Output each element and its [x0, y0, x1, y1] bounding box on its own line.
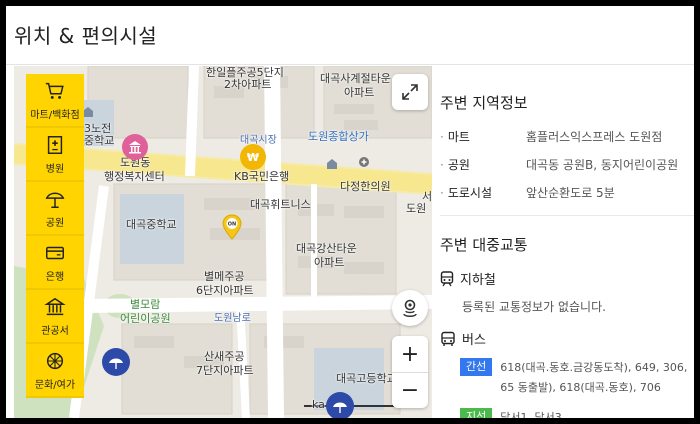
map-label-bank: KB국민은행 [234, 170, 290, 183]
street-view-button[interactable] [392, 290, 428, 326]
page-title: 위치 & 편의시설 [14, 24, 158, 48]
bus-route-row: 간선 618(대곡.동호.금강동도착), 649, 306, 65 동출발), … [460, 358, 694, 398]
area-info-title: 주변 지역정보 [440, 94, 528, 112]
map-label-school3: 대곡고등학교 [336, 372, 397, 385]
bus-icon [441, 331, 455, 346]
map-label-apt3: 대곡휘트니스 [250, 198, 311, 211]
area-info-row: 마트 홈플러스익스프레스 도원점 [440, 123, 694, 151]
cart-icon [45, 82, 64, 99]
school-marker-icon [326, 158, 338, 170]
transit-title: 주변 대중교통 [440, 236, 528, 254]
category-label: 관공서 [41, 325, 69, 337]
subway-label: 지하철 [460, 273, 496, 288]
map-label-apt4b: 아파트 [314, 256, 345, 269]
category-government-button[interactable]: 관공서 [26, 290, 84, 344]
government-building-icon [44, 297, 66, 315]
area-info-value: 대곡동 공원B, 동지어린이공원 [526, 158, 679, 172]
category-hospital-button[interactable]: 병원 [26, 128, 84, 182]
category-label: 마트/백화점 [30, 109, 80, 121]
map-expand-button[interactable] [392, 74, 428, 110]
map-label-partial: ka [312, 398, 325, 411]
park-icon [45, 192, 65, 208]
category-label: 은행 [45, 271, 65, 283]
map-label-mall: 도원종합상가 [308, 130, 369, 143]
area-info-key: 마트 [440, 123, 526, 151]
category-culture-button[interactable]: 문화/여가 [26, 344, 84, 398]
bus-route-row: 지선 달서1, 달서3 [460, 408, 694, 418]
area-info-row: 공원 대곡동 공원B, 동지어린이공원 [440, 151, 694, 179]
bank-marker-icon[interactable]: ₩ [240, 144, 266, 170]
park-marker-icon-2[interactable] [326, 392, 354, 418]
map-label-apt2b: 아파트 [344, 86, 375, 99]
park-marker-icon[interactable] [102, 348, 130, 376]
hospital-icon [47, 135, 63, 154]
subway-icon [440, 270, 454, 286]
bus-route-list: 618(대곡.동호.금강동도착), 649, 306, 65 동출발), 618… [500, 361, 688, 394]
subway-heading: 지하철 [440, 269, 694, 288]
map-label-apt6: 산새주공 [204, 350, 245, 363]
zoom-out-button[interactable]: − [392, 372, 428, 408]
info-panel: 주변 지역정보 마트 홈플러스익스프레스 도원점 공원 대곡동 공원B, 동지어… [432, 66, 694, 418]
map-label-officeb: 행정복지센터 [104, 170, 165, 183]
map-label-apt5: 별메주공 [204, 270, 245, 283]
culture-icon [46, 352, 64, 369]
map-label-school1b: 중학교 [84, 134, 115, 147]
bus-type-badge: 지선 [460, 408, 493, 418]
bank-card-icon [46, 246, 64, 259]
area-info-value: 홈플러스익스프레스 도원점 [526, 130, 663, 144]
clinic-marker-icon[interactable] [358, 156, 370, 168]
svg-text:ON: ON [228, 222, 236, 228]
area-info-key: 도로시설 [440, 179, 526, 207]
bus-type-badge: 간선 [460, 358, 493, 376]
category-label: 문화/여가 [34, 379, 76, 391]
section-divider [440, 215, 694, 216]
map-label-apt2: 대곡사계절타운 [320, 72, 391, 85]
area-info-key: 공원 [440, 151, 526, 179]
map-label-apt4: 대곡강산타운 [296, 242, 357, 255]
header-divider [6, 64, 694, 65]
current-location-pin-icon[interactable]: ON [222, 214, 242, 240]
bus-route-list: 달서1, 달서3 [500, 411, 562, 418]
category-bank-button[interactable]: 은행 [26, 236, 84, 290]
page-frame: 위치 & 편의시설 한일플주공5단지 2차아파트 대곡사계절타운 아파트 3노전… [6, 6, 694, 418]
government-marker-icon[interactable] [122, 134, 148, 160]
area-info-row: 도로시설 앞산순환도로 5분 [440, 179, 694, 207]
map-label-apt6b: 7단지아파트 [196, 364, 254, 377]
expand-icon [402, 84, 418, 100]
map-view[interactable]: 한일플주공5단지 2차아파트 대곡사계절타운 아파트 3노전 중학교 대곡시장 … [14, 66, 432, 418]
category-mart-button[interactable]: 마트/백화점 [26, 74, 84, 128]
category-label: 공원 [45, 217, 65, 229]
category-park-button[interactable]: 공원 [26, 182, 84, 236]
zoom-control: + − [392, 336, 428, 408]
area-info-value: 앞산순환도로 5분 [526, 186, 615, 200]
category-strip: 마트/백화점 병원 공원 은행 관공서 문화/여가 [26, 74, 84, 398]
map-label-school2: 대곡중학교 [126, 218, 177, 231]
map-label-apt5b: 6단지아파트 [196, 284, 254, 297]
map-label-park: 별모람 [130, 298, 161, 311]
map-label-edge2: 도원 [406, 202, 427, 215]
area-info-list: 마트 홈플러스익스프레스 도원점 공원 대곡동 공원B, 동지어린이공원 도로시… [440, 123, 694, 207]
map-label-parkb: 어린이공원 [120, 312, 171, 325]
subway-note: 등록된 교통정보가 없습니다. [462, 300, 606, 314]
bus-heading: 버스 [440, 329, 694, 348]
bus-label: 버스 [462, 333, 486, 348]
map-label-apt1b: 2차아파트 [224, 78, 272, 91]
zoom-in-button[interactable]: + [392, 336, 428, 372]
map-label-road: 도원남로 [214, 313, 251, 324]
category-label: 병원 [45, 163, 65, 175]
street-view-icon [403, 299, 417, 317]
map-label-clinic: 다정한의원 [340, 180, 391, 193]
